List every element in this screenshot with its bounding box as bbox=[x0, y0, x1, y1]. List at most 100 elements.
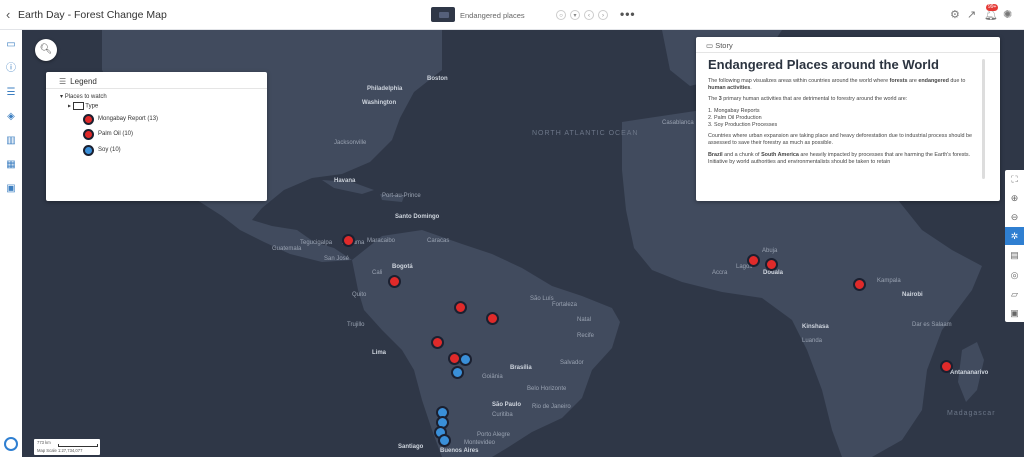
map-toolbar: ⛶ ⊕ ⊖ ✲ ▤ ◎ ▱ ▣ bbox=[1005, 170, 1024, 322]
city-label: Natal bbox=[577, 317, 592, 323]
city-label: Caracas bbox=[427, 238, 450, 244]
legend-type-label: Type bbox=[85, 103, 99, 110]
city-label: São Paulo bbox=[492, 402, 522, 408]
map-scale-text: Map Scale 1:27,734,077 bbox=[37, 448, 83, 453]
map-icon[interactable]: ▭ bbox=[5, 39, 17, 51]
fullscreen-icon[interactable]: ⛶ bbox=[1005, 170, 1024, 188]
city-label: Santo Domingo bbox=[395, 214, 440, 220]
zoom-in-icon[interactable]: ⊕ bbox=[1005, 189, 1024, 207]
city-label: Accra bbox=[712, 270, 728, 276]
city-label: Washington bbox=[362, 100, 397, 106]
map-pin-palm-oil[interactable] bbox=[765, 258, 778, 271]
map-pin-mongabay[interactable] bbox=[486, 312, 499, 325]
legend-swatch-palm-oil bbox=[83, 129, 94, 140]
slide-pager: ○ ▾ ‹ › bbox=[556, 10, 608, 20]
city-label: Quito bbox=[352, 292, 367, 298]
slide-thumbnail[interactable] bbox=[431, 7, 455, 22]
type-icon bbox=[72, 102, 84, 110]
city-label: Douala bbox=[763, 270, 784, 276]
city-label: Belo Horizonte bbox=[527, 386, 567, 392]
chevron-down-icon[interactable]: ▾ bbox=[570, 10, 580, 20]
story-header: Story bbox=[715, 41, 733, 50]
compass-icon[interactable]: ◎ bbox=[1005, 266, 1024, 284]
share-icon[interactable]: ↗ bbox=[967, 8, 976, 21]
city-label: Salvador bbox=[560, 360, 584, 366]
city-label: Buenos Aires bbox=[440, 448, 479, 454]
legend-panel: ☰ Legend ▾ Places to watch ▸ Type Mongaba… bbox=[46, 72, 267, 201]
city-label: Rio de Janeiro bbox=[532, 404, 571, 410]
settings-icon[interactable]: ⚙ bbox=[950, 8, 960, 21]
slide-title[interactable]: Endangered places bbox=[460, 11, 525, 20]
map-pin-soy[interactable] bbox=[438, 434, 451, 447]
gear-icon[interactable]: ✲ bbox=[1005, 227, 1024, 245]
city-label: Tegucigalpa bbox=[300, 240, 333, 246]
story-scrollbar[interactable] bbox=[982, 59, 985, 179]
city-label: Bogotá bbox=[392, 264, 413, 270]
chart-icon[interactable]: ▥ bbox=[5, 135, 17, 147]
legend-group-toggle[interactable]: ▾ Places to watch bbox=[60, 93, 107, 100]
city-label: Kinshasa bbox=[802, 324, 829, 330]
legend-swatch-mongabay bbox=[83, 114, 94, 125]
prev-icon[interactable]: ‹ bbox=[584, 10, 594, 20]
map-pin-soy[interactable] bbox=[459, 353, 472, 366]
ruler-icon[interactable]: ▱ bbox=[1005, 285, 1024, 303]
table-icon[interactable]: ▦ bbox=[5, 159, 17, 171]
map-pin-palm-oil[interactable] bbox=[431, 336, 444, 349]
legend-title: Legend bbox=[70, 77, 97, 86]
next-icon[interactable]: › bbox=[598, 10, 608, 20]
map-pin-soy[interactable] bbox=[451, 366, 464, 379]
search-icon: 🔍︎ bbox=[39, 44, 53, 55]
layer-toggle-icon[interactable]: ▤ bbox=[1005, 246, 1024, 264]
city-label: Antananarivo bbox=[950, 370, 989, 376]
city-label: Nairobi bbox=[902, 292, 923, 298]
map-search-button[interactable]: 🔍︎ bbox=[35, 39, 57, 61]
top-bar: ‹ Earth Day - Forest Change Map Endanger… bbox=[0, 0, 1024, 30]
city-label: Goiânia bbox=[482, 374, 503, 380]
city-label: Fortaleza bbox=[552, 302, 578, 308]
user-avatar-icon[interactable]: ✺ bbox=[1003, 8, 1012, 21]
legend-item-label: Soy (10) bbox=[98, 147, 121, 153]
story-list: 1. Mongabay Reports 2. Palm Oil Producti… bbox=[708, 107, 778, 129]
story-paragraph: Brazil and a chunk of South America are … bbox=[708, 151, 971, 165]
more-options-icon[interactable]: ••• bbox=[620, 7, 636, 21]
zoom-out-icon[interactable]: ⊖ bbox=[1005, 208, 1024, 226]
story-body[interactable]: Endangered Places around the World The f… bbox=[708, 55, 980, 199]
city-label: Jacksonville bbox=[334, 140, 367, 146]
legend-item-label: Palm Oil (10) bbox=[98, 131, 134, 137]
layers-icon[interactable]: ◈ bbox=[5, 111, 17, 123]
city-label: Havana bbox=[334, 178, 356, 184]
scale-bar: 773 km Map Scale 1:27,734,077 bbox=[34, 439, 100, 455]
camera-icon[interactable]: ▣ bbox=[1005, 304, 1024, 322]
city-label: São Luís bbox=[530, 296, 554, 302]
map-pin-palm-oil[interactable] bbox=[747, 254, 760, 267]
city-label: Maracaibo bbox=[367, 238, 396, 244]
city-label: Santiago bbox=[398, 444, 424, 450]
city-label: Dar es Salaam bbox=[912, 322, 952, 328]
story-paragraph: Countries where urban expansion are taki… bbox=[708, 133, 973, 147]
story-paragraph: The following map visualizes areas withi… bbox=[708, 78, 966, 92]
scale-distance: 773 km bbox=[37, 440, 51, 445]
region-label: Madagascar bbox=[947, 410, 996, 417]
map-pin-mongabay[interactable] bbox=[853, 278, 866, 291]
left-sidebar: ▭ ⓘ ☰ ◈ ▥ ▦ ▣ bbox=[0, 30, 23, 457]
city-label: Porto Alegre bbox=[477, 432, 511, 438]
city-label: Guatemala bbox=[272, 246, 302, 252]
info-icon[interactable]: ⓘ bbox=[5, 63, 17, 75]
app-title: Earth Day - Forest Change Map bbox=[18, 9, 167, 21]
city-label: Brasília bbox=[510, 365, 532, 371]
map-pin-mongabay[interactable] bbox=[388, 275, 401, 288]
city-label: Curitiba bbox=[492, 412, 513, 418]
city-label: Lima bbox=[372, 350, 387, 356]
play-icon[interactable]: ○ bbox=[556, 10, 566, 20]
map-pin-mongabay[interactable] bbox=[940, 360, 953, 373]
map-pin-mongabay[interactable] bbox=[342, 234, 355, 247]
city-label: Philadelphia bbox=[367, 86, 403, 92]
notification-badge: 99+ bbox=[986, 4, 999, 11]
map-pin-mongabay[interactable] bbox=[454, 301, 467, 314]
city-label: Port-au-Prince bbox=[382, 193, 421, 199]
legend-type-toggle[interactable]: ▸ Type bbox=[68, 102, 98, 110]
back-arrow-icon[interactable]: ‹ bbox=[6, 7, 10, 22]
book-icon[interactable]: ▣ bbox=[5, 183, 17, 195]
list-icon[interactable]: ☰ bbox=[5, 87, 17, 99]
story-title: Endangered Places around the World bbox=[708, 57, 939, 72]
